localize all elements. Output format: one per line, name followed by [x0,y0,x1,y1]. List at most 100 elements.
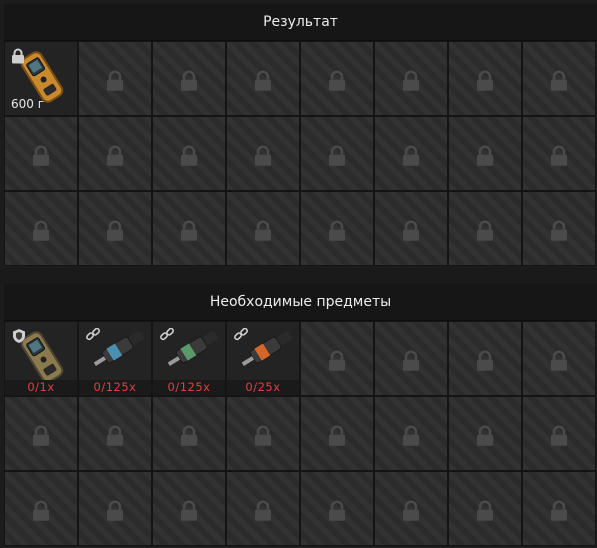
lock-icon [105,499,125,521]
lock-icon [401,499,421,521]
item-count: 0/1x [5,380,77,395]
item-count: 0/125x [153,380,225,395]
required-item-slot[interactable]: 0/1x [4,321,78,396]
lock-icon [327,144,347,166]
locked-slot[interactable] [78,191,152,266]
lock-icon [179,219,199,241]
lock-icon [11,48,25,64]
lock-icon [31,144,51,166]
locked-slot[interactable] [448,41,522,116]
locked-slot[interactable] [4,396,78,471]
required-item-slot[interactable]: 0/125x [152,321,226,396]
locked-slot[interactable] [374,471,448,546]
lock-icon [549,219,569,241]
locked-slot[interactable] [374,396,448,471]
locked-slot[interactable] [448,396,522,471]
locked-slot[interactable] [152,471,226,546]
locked-slot[interactable] [300,191,374,266]
lock-icon [401,349,421,371]
lock-icon [253,499,273,521]
locked-slot[interactable] [78,116,152,191]
lock-icon [31,424,51,446]
locked-slot[interactable] [4,116,78,191]
lock-icon [549,499,569,521]
lock-icon [475,69,495,91]
locked-slot[interactable] [522,321,596,396]
link-icon [159,327,175,344]
lock-icon [105,144,125,166]
locked-slot[interactable] [4,191,78,266]
locked-slot[interactable] [78,396,152,471]
locked-slot[interactable] [300,396,374,471]
locked-slot[interactable] [226,116,300,191]
link-icon [233,327,249,344]
locked-slot[interactable] [78,471,152,546]
required-header: Необходимые предметы [4,284,597,321]
lock-icon [327,424,347,446]
locked-slot[interactable] [374,41,448,116]
lock-icon [475,219,495,241]
item-weight: 600 г [11,97,45,111]
lock-icon [105,424,125,446]
locked-slot[interactable] [226,471,300,546]
lock-icon [327,219,347,241]
locked-slot[interactable] [300,116,374,191]
locked-slot[interactable] [152,396,226,471]
locked-slot[interactable] [226,41,300,116]
link-icon [85,327,101,344]
lock-icon [475,499,495,521]
locked-slot[interactable] [78,41,152,116]
required-item-slot[interactable]: 0/25x [226,321,300,396]
lock-icon [179,69,199,91]
result-item-slot[interactable]: 600 г [4,41,78,116]
locked-slot[interactable] [226,191,300,266]
locked-slot[interactable] [522,191,596,266]
lock-icon [105,219,125,241]
locked-slot[interactable] [374,116,448,191]
locked-slot[interactable] [300,321,374,396]
result-grid: 600 г [4,41,597,266]
locked-slot[interactable] [152,41,226,116]
locked-slot[interactable] [4,471,78,546]
lock-icon [327,349,347,371]
lock-icon [31,219,51,241]
lock-icon [549,349,569,371]
locked-slot[interactable] [448,321,522,396]
lock-icon [549,69,569,91]
lock-icon [253,69,273,91]
locked-slot[interactable] [226,396,300,471]
required-panel: Необходимые предметы 0/1x 0/125x 0/125x 0/2… [4,284,597,548]
lock-icon [327,69,347,91]
locked-slot[interactable] [448,191,522,266]
locked-slot[interactable] [374,191,448,266]
locked-slot[interactable] [448,471,522,546]
lock-icon [105,69,125,91]
locked-slot[interactable] [522,396,596,471]
lock-icon [401,424,421,446]
lock-icon [549,424,569,446]
lock-icon [401,69,421,91]
lock-icon [253,219,273,241]
lock-icon [401,219,421,241]
item-count: 0/125x [79,380,151,395]
lock-icon [549,144,569,166]
result-panel: Результат 600 г [4,4,597,268]
locked-slot[interactable] [448,116,522,191]
shield-icon [11,328,27,344]
required-item-slot[interactable]: 0/125x [78,321,152,396]
locked-slot[interactable] [300,41,374,116]
locked-slot[interactable] [522,471,596,546]
locked-slot[interactable] [522,116,596,191]
locked-slot[interactable] [374,321,448,396]
item-count: 0/25x [227,380,299,395]
lock-icon [31,499,51,521]
locked-slot[interactable] [522,41,596,116]
locked-slot[interactable] [152,116,226,191]
result-header: Результат [4,4,597,41]
lock-icon [179,144,199,166]
locked-slot[interactable] [300,471,374,546]
lock-icon [475,144,495,166]
lock-icon [327,499,347,521]
lock-icon [179,424,199,446]
locked-slot[interactable] [152,191,226,266]
